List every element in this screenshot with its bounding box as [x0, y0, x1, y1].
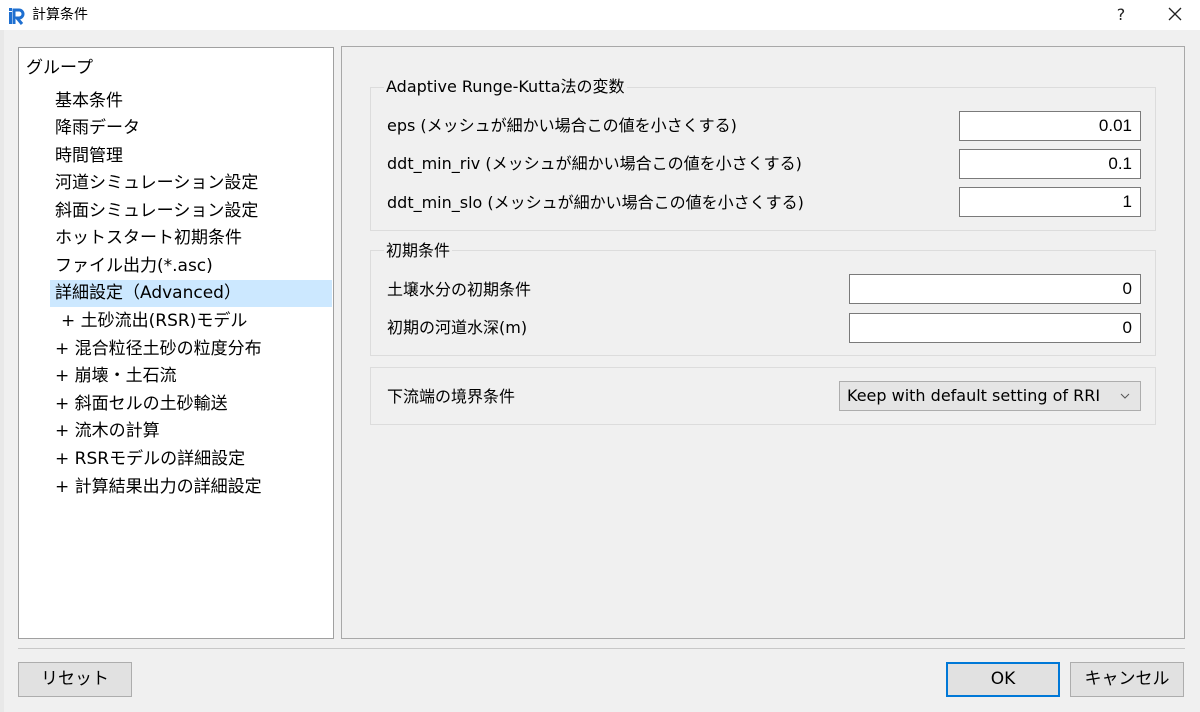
ok-button[interactable]: OK [946, 662, 1060, 697]
river-depth-label: 初期の河道水深(m) [387, 318, 528, 337]
close-button[interactable] [1158, 0, 1192, 30]
tree-header: グループ [26, 58, 93, 78]
boundary-select[interactable]: Keep with default setting of RRI [839, 381, 1141, 411]
window-left-edge [0, 30, 4, 712]
group-tree[interactable]: グループ 基本条件 降雨データ 時間管理 河道シミュレーション設定 斜面シミュレ… [18, 47, 334, 639]
boundary-label: 下流端の境界条件 [387, 387, 516, 406]
tree-item-hotstart[interactable]: ホットスタート初期条件 [55, 225, 242, 252]
initial-group-title: 初期条件 [384, 241, 453, 261]
tree-item-slope-sim[interactable]: 斜面シミュレーション設定 [55, 198, 258, 225]
rk-group-title: Adaptive Runge-Kutta法の変数 [384, 77, 627, 97]
tree-item-rainfall[interactable]: 降雨データ [55, 115, 140, 142]
iric-logo-icon [8, 7, 26, 25]
boundary-select-value: Keep with default setting of RRI [847, 386, 1101, 405]
tree-item-river-sim[interactable]: 河道シミュレーション設定 [55, 170, 258, 197]
tree-item-driftwood[interactable]: + 流木の計算 [55, 418, 160, 445]
eps-input[interactable]: 0.01 [959, 111, 1141, 141]
tree-item-basic[interactable]: 基本条件 [55, 88, 123, 115]
soil-moisture-label: 土壌水分の初期条件 [387, 280, 532, 299]
ddt-min-slo-label: ddt_min_slo (メッシュが細かい場合この値を小さくする) [387, 193, 804, 212]
ddt-min-riv-input[interactable]: 0.1 [959, 149, 1141, 179]
tree-item-debris-flow[interactable]: + 崩壊・土石流 [55, 363, 177, 390]
tree-item-rsr-detail[interactable]: + RSRモデルの詳細設定 [55, 446, 245, 473]
cancel-button[interactable]: キャンセル [1070, 662, 1184, 697]
window-title: 計算条件 [32, 7, 88, 23]
eps-label: eps (メッシュが細かい場合この値を小さくする) [387, 116, 737, 135]
title-bar: 計算条件 ? [0, 0, 1200, 30]
reset-button[interactable]: リセット [18, 662, 132, 697]
help-button[interactable]: ? [1106, 0, 1136, 30]
tree-item-slope-sediment[interactable]: + 斜面セルの土砂輸送 [55, 391, 228, 418]
soil-moisture-input[interactable]: 0 [849, 274, 1141, 304]
footer-separator [18, 648, 1185, 649]
settings-panel: Adaptive Runge-Kutta法の変数 eps (メッシュが細かい場合… [341, 46, 1185, 639]
ddt-min-slo-input[interactable]: 1 [959, 187, 1141, 217]
river-depth-input[interactable]: 0 [849, 313, 1141, 343]
tree-item-output-detail[interactable]: + 計算結果出力の詳細設定 [55, 474, 262, 501]
ddt-min-riv-label: ddt_min_riv (メッシュが細かい場合この値を小さくする) [387, 154, 802, 173]
chevron-down-icon [1120, 382, 1130, 410]
tree-item-time[interactable]: 時間管理 [55, 143, 123, 170]
tree-item-rsr-model[interactable]: + 土砂流出(RSR)モデル [61, 308, 247, 335]
tree-item-grain-size[interactable]: + 混合粒径土砂の粒度分布 [55, 336, 262, 363]
close-icon [1168, 6, 1182, 25]
tree-item-file-output[interactable]: ファイル出力(*.asc) [55, 253, 213, 280]
tree-item-advanced[interactable]: 詳細設定（Advanced） [50, 280, 332, 307]
